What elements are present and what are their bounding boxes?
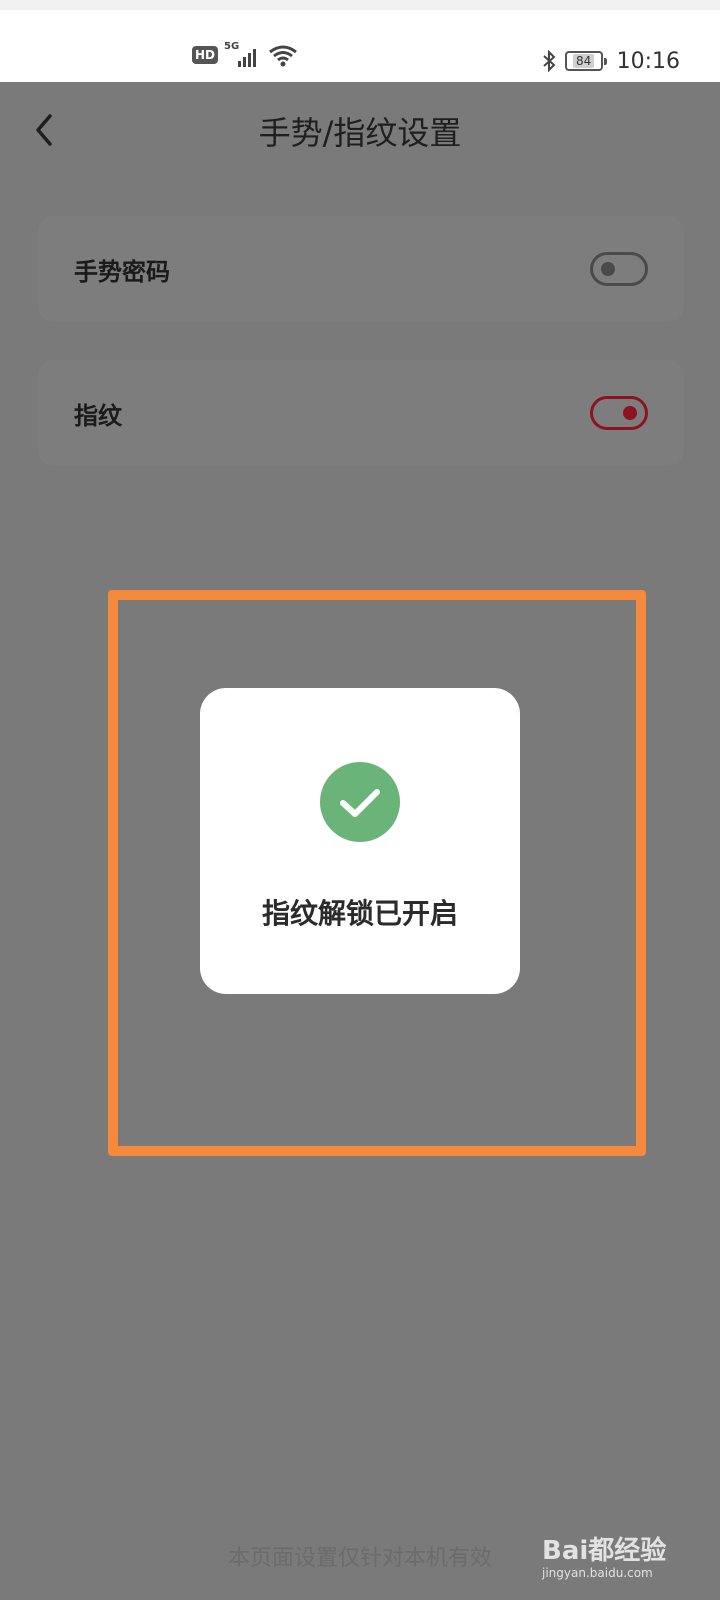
toggle-knob: [601, 262, 615, 276]
gesture-password-row: 手势密码: [38, 216, 684, 322]
hd-badge: HD: [192, 46, 219, 64]
toggle-knob: [623, 406, 637, 420]
clock: 10:16: [616, 48, 680, 74]
toast-message: 指纹解锁已开启: [261, 897, 458, 930]
wifi-icon: [269, 45, 297, 67]
watermark-url: jingyan.baidu.com: [542, 1566, 653, 1580]
battery-icon: 84: [564, 51, 607, 71]
fingerprint-toggle[interactable]: [590, 396, 648, 430]
status-bar-system: 84 10:16: [541, 46, 680, 76]
fingerprint-row: 指纹: [38, 360, 684, 466]
watermark-brand: Bai都经验: [542, 1536, 667, 1566]
battery-level: 84: [572, 54, 595, 68]
fingerprint-label: 指纹: [74, 402, 122, 430]
success-check-icon: [320, 762, 400, 842]
bluetooth-icon: [542, 49, 556, 73]
gesture-password-label: 手势密码: [74, 258, 170, 286]
success-toast: 指纹解锁已开启: [200, 688, 520, 994]
status-bar-network: HD 5G: [192, 40, 298, 70]
status-bar: HD 5G 84 10:16: [0, 0, 720, 82]
cellular-signal-icon: 5G: [224, 41, 262, 67]
network-type-label: 5G: [224, 41, 240, 52]
page-title: 手势/指纹设置: [258, 114, 462, 152]
baidu-jingyan-watermark: Bai都经验 jingyan.baidu.com: [542, 1530, 682, 1588]
gesture-password-toggle[interactable]: [590, 252, 648, 286]
